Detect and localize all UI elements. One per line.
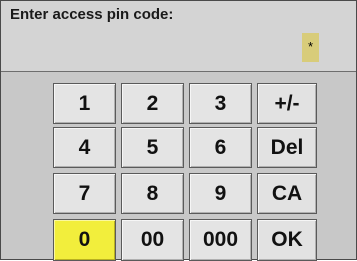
- key-2[interactable]: 2: [121, 83, 184, 124]
- pin-header: Enter access pin code: *: [1, 1, 356, 72]
- pin-input[interactable]: *: [302, 33, 319, 62]
- numeric-keypad: 1 2 3 +/- 4 5 6 Del 7 8 9 CA 0 00 000 OK: [53, 77, 317, 261]
- key-4[interactable]: 4: [53, 127, 116, 168]
- pin-prompt: Enter access pin code:: [10, 6, 174, 23]
- key-5[interactable]: 5: [121, 127, 184, 168]
- plus-minus-button[interactable]: +/-: [257, 83, 317, 124]
- key-000[interactable]: 000: [189, 219, 252, 261]
- key-1[interactable]: 1: [53, 83, 116, 124]
- delete-button[interactable]: Del: [257, 127, 317, 168]
- key-00[interactable]: 00: [121, 219, 184, 261]
- ok-button[interactable]: OK: [257, 219, 317, 261]
- key-9[interactable]: 9: [189, 173, 252, 214]
- key-0[interactable]: 0: [53, 219, 116, 261]
- key-3[interactable]: 3: [189, 83, 252, 124]
- key-8[interactable]: 8: [121, 173, 184, 214]
- key-6[interactable]: 6: [189, 127, 252, 168]
- clear-all-button[interactable]: CA: [257, 173, 317, 214]
- key-7[interactable]: 7: [53, 173, 116, 214]
- pin-entry-dialog: Enter access pin code: * 1 2 3 +/- 4 5 6…: [0, 0, 357, 261]
